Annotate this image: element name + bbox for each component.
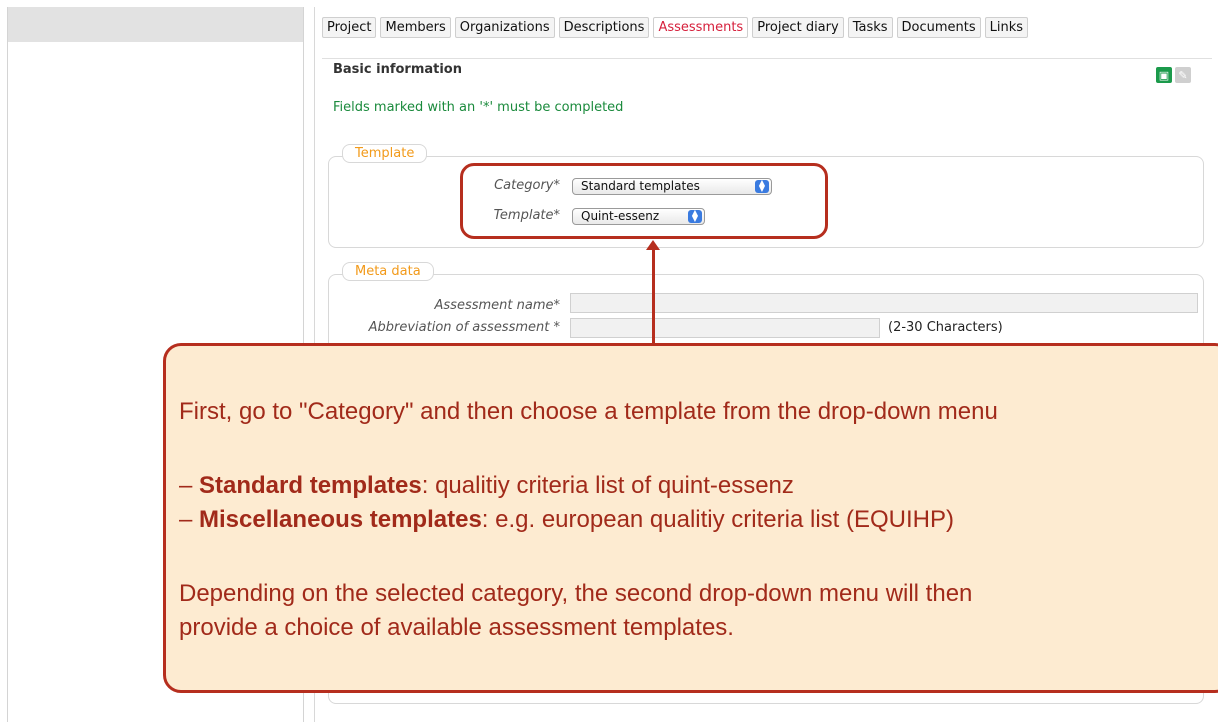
tab-project-diary[interactable]: Project diary: [752, 17, 844, 38]
callout-item-misc-bold: Miscellaneous templates: [199, 506, 482, 533]
assessment-name-label: Assessment name*: [434, 298, 560, 313]
required-fields-note: Fields marked with an '*' must be comple…: [333, 100, 624, 115]
tab-project[interactable]: Project: [322, 17, 377, 38]
tab-assessments[interactable]: Assessments: [653, 17, 749, 38]
tab-documents[interactable]: Documents: [896, 17, 981, 38]
dash: –: [179, 506, 200, 533]
callout-line-4: Depending on the selected category, the …: [179, 580, 973, 607]
tab-bar: Project Members Organizations Descriptio…: [322, 17, 1029, 38]
callout-item-misc: – Miscellaneous templates: e.g. european…: [179, 506, 954, 534]
tab-organizations[interactable]: Organizations: [454, 17, 555, 38]
abbreviation-hint: (2-30 Characters): [888, 320, 1003, 335]
dash: –: [179, 472, 200, 499]
abbreviation-input[interactable]: [570, 318, 880, 338]
save-icon[interactable]: ▣: [1156, 67, 1172, 83]
assessment-name-input[interactable]: [570, 293, 1198, 313]
callout-line-5: provide a choice of available assessment…: [179, 614, 734, 641]
tab-members[interactable]: Members: [380, 17, 451, 38]
callout-item-standard-bold: Standard templates: [199, 472, 422, 499]
sidebar-header: [8, 7, 303, 42]
section-actions: ▣ ✎: [1156, 67, 1191, 83]
pointer-arrow-line: [652, 248, 655, 344]
tab-descriptions[interactable]: Descriptions: [558, 17, 650, 38]
edit-icon[interactable]: ✎: [1175, 67, 1191, 83]
basic-information-heading: Basic information: [333, 62, 462, 77]
callout-item-standard: – Standard templates: qualitiy criteria …: [179, 472, 794, 500]
template-legend: Template: [342, 144, 428, 163]
tab-tasks[interactable]: Tasks: [847, 17, 893, 38]
dropdowns-highlight: [460, 163, 828, 239]
abbreviation-label: Abbreviation of assessment *: [368, 320, 560, 335]
callout-line-1: First, go to "Category" and then choose …: [179, 398, 998, 425]
instruction-callout: First, go to "Category" and then choose …: [163, 343, 1218, 693]
tab-links[interactable]: Links: [984, 17, 1029, 38]
callout-item-misc-rest: : e.g. european qualitiy criteria list (…: [481, 506, 954, 533]
meta-data-legend: Meta data: [342, 262, 434, 281]
callout-item-standard-rest: : qualitiy criteria list of quint-essenz: [421, 472, 794, 499]
